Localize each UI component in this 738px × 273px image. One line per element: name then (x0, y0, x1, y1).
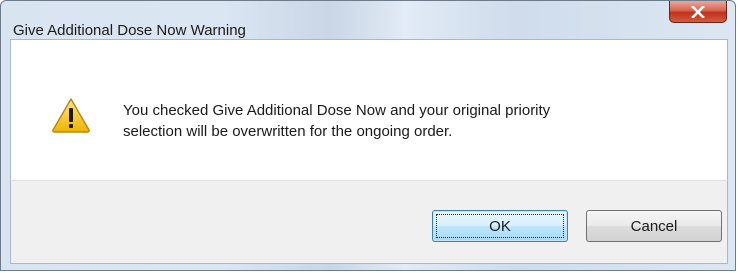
title-bar[interactable]: Give Additional Dose Now Warning (1, 1, 735, 39)
message-area: You checked Give Additional Dose Now and… (10, 39, 728, 180)
close-button[interactable] (669, 1, 727, 23)
message-line-2: selection will be overwritten for the on… (123, 123, 453, 140)
message-line-1: You checked Give Additional Dose Now and… (123, 102, 551, 119)
cancel-button-label: Cancel (630, 217, 678, 235)
warning-icon (52, 98, 90, 133)
close-x-icon (691, 5, 705, 18)
cancel-button[interactable]: Cancel (586, 210, 722, 242)
ok-button[interactable]: OK (432, 210, 568, 242)
focus-rectangle (436, 214, 564, 238)
window-title: Give Additional Dose Now Warning (13, 22, 246, 39)
warning-message: You checked Give Additional Dose Now and… (123, 100, 550, 142)
dialog-window: Give Additional Dose Now Warning You che… (0, 0, 736, 271)
button-bar: OK Cancel (10, 180, 728, 264)
